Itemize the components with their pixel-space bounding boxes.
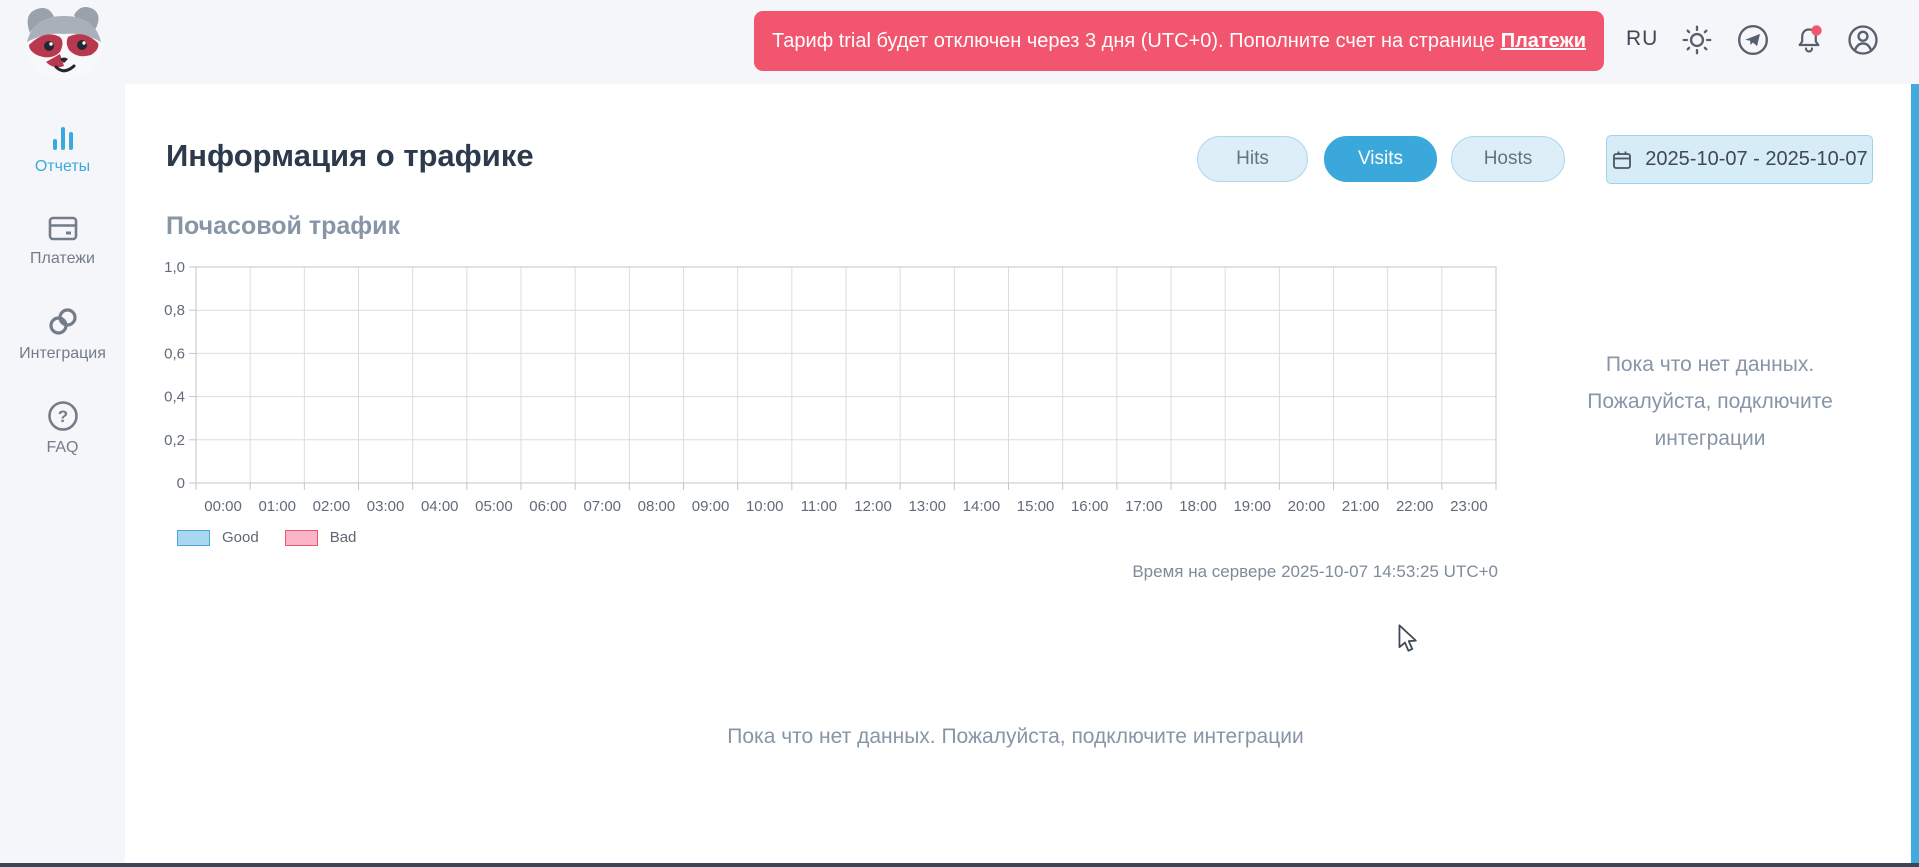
vertical-scrollbar[interactable] [1911,84,1919,867]
svg-text:14:00: 14:00 [963,498,1001,515]
chart-legend: Good Bad [177,529,370,546]
question-circle-icon: ? [46,399,80,433]
svg-text:10:00: 10:00 [746,498,784,515]
notifications-button[interactable] [1792,23,1826,57]
svg-text:08:00: 08:00 [638,498,676,515]
sidebar-nav: Отчеты Платежи Интеграция ? FAQ [0,84,125,867]
svg-text:07:00: 07:00 [583,498,621,515]
link-icon [45,305,81,339]
telegram-icon [1736,23,1770,57]
svg-text:18:00: 18:00 [1179,498,1217,515]
svg-text:1,0: 1,0 [164,260,185,276]
svg-text:0,4: 0,4 [164,389,185,406]
date-range-picker[interactable]: 2025-10-07 - 2025-10-07 [1606,135,1873,184]
svg-text:06:00: 06:00 [529,498,567,515]
svg-text:0,8: 0,8 [164,302,185,319]
visits-button[interactable]: Visits [1324,136,1437,182]
svg-text:11:00: 11:00 [801,498,837,515]
telegram-button[interactable] [1736,23,1770,57]
server-time: Время на сервере 2025-10-07 14:53:25 UTC… [1132,562,1498,582]
svg-text:09:00: 09:00 [692,498,730,515]
credit-card-icon [45,212,81,244]
top-header: Тариф trial будет отключен через 3 дня (… [0,0,1919,84]
legend-swatch-good [177,530,210,546]
section-title: Почасовой трафик [166,212,400,241]
svg-text:0,6: 0,6 [164,345,185,362]
hourly-traffic-chart: 0 0,2 0,4 0,6 0,8 1,0 00:00 01:00 02:00 03:00 04:0… [160,260,1510,516]
svg-text:00:00: 00:00 [204,498,242,515]
svg-text:16:00: 16:00 [1071,498,1109,515]
language-switcher[interactable]: RU [1626,27,1658,51]
sidebar-item-label: Интеграция [0,345,125,363]
banner-payments-link[interactable]: Платежи [1501,30,1586,53]
bar-chart-icon [46,122,80,152]
trial-warning-banner: Тариф trial будет отключен через 3 дня (… [754,11,1604,71]
svg-text:03:00: 03:00 [367,498,405,515]
svg-text:04:00: 04:00 [421,498,459,515]
svg-text:17:00: 17:00 [1125,498,1163,515]
svg-text:23:00: 23:00 [1450,498,1488,515]
bottom-border-bar [0,863,1919,867]
no-data-line: Пожалуйста, подключите [1545,383,1875,420]
sidebar-item-label: Платежи [0,250,125,268]
no-data-message-bottom: Пока что нет данных. Пожалуйста, подключ… [125,725,1906,749]
theme-toggle-button[interactable] [1680,23,1714,57]
sidebar-item-integration[interactable]: Интеграция [0,305,125,363]
svg-text:15:00: 15:00 [1017,498,1055,515]
sidebar-item-label: Отчеты [0,158,125,176]
sidebar-item-faq[interactable]: ? FAQ [0,399,125,457]
raccoon-logo-icon [16,4,112,82]
svg-text:0,2: 0,2 [164,432,185,449]
profile-button[interactable] [1846,23,1880,57]
svg-text:0: 0 [177,475,185,492]
svg-text:20:00: 20:00 [1288,498,1326,515]
banner-text: Тариф trial будет отключен через 3 дня (… [772,30,1495,53]
svg-text:01:00: 01:00 [258,498,296,515]
svg-text:05:00: 05:00 [475,498,513,515]
svg-text:02:00: 02:00 [313,498,351,515]
svg-text:19:00: 19:00 [1233,498,1271,515]
svg-text:12:00: 12:00 [854,498,892,515]
sun-icon [1680,23,1714,57]
svg-text:22:00: 22:00 [1396,498,1434,515]
date-range-value: 2025-10-07 - 2025-10-07 [1645,148,1867,171]
app-logo-raccoon[interactable] [16,4,112,82]
user-icon [1846,23,1880,57]
page-title: Информация о трафике [166,138,534,174]
bell-icon [1792,23,1826,57]
hits-button[interactable]: Hits [1197,136,1308,182]
svg-text:21:00: 21:00 [1342,498,1380,515]
sidebar-item-payments[interactable]: Платежи [0,212,125,268]
notification-dot [1811,25,1821,35]
sidebar-item-label: FAQ [0,439,125,457]
svg-text:?: ? [57,407,67,426]
no-data-line: Пока что нет данных. [1545,346,1875,383]
no-data-line: интеграции [1545,420,1875,457]
calendar-icon [1611,149,1633,171]
no-data-message-side: Пока что нет данных. Пожалуйста, подключ… [1545,346,1875,457]
legend-swatch-bad [285,530,318,546]
legend-label-bad: Bad [330,529,357,546]
sidebar-item-reports[interactable]: Отчеты [0,122,125,176]
legend-label-good: Good [222,529,259,546]
hosts-button[interactable]: Hosts [1451,136,1565,182]
svg-text:13:00: 13:00 [908,498,946,515]
